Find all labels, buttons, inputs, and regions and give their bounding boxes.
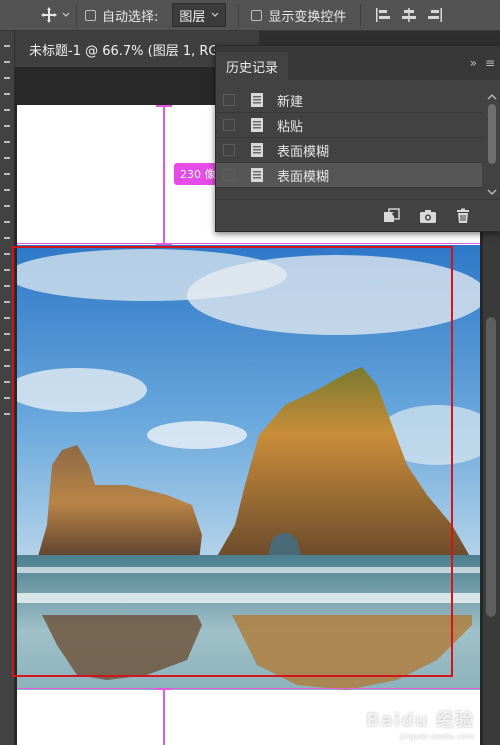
tool-handle[interactable] <box>4 381 10 383</box>
tool-handle[interactable] <box>4 205 10 207</box>
layer-dropdown[interactable]: 图层 <box>172 3 227 27</box>
history-item-label: 表面模糊 <box>277 169 330 185</box>
history-brush-source-checkbox[interactable] <box>223 119 235 131</box>
tool-handle[interactable] <box>4 397 10 399</box>
tool-handle[interactable] <box>4 77 10 79</box>
tool-handle[interactable] <box>4 189 10 191</box>
tool-handle[interactable] <box>4 157 10 159</box>
document-state-icon <box>251 118 263 132</box>
chevron-down-icon <box>62 12 70 17</box>
smart-guide <box>17 243 480 244</box>
move-tool-icon[interactable] <box>40 6 70 24</box>
layer-dropdown-value: 图层 <box>179 9 206 25</box>
new-document-from-state-icon[interactable] <box>383 207 401 224</box>
history-list: 新建 粘贴 表面模糊 表面模糊 <box>216 88 482 188</box>
tool-handle[interactable] <box>4 269 10 271</box>
history-item-label: 表面模糊 <box>277 144 330 160</box>
divider <box>238 4 240 26</box>
panel-menu-icon[interactable]: ≡ <box>485 56 495 70</box>
history-scrollbar[interactable] <box>485 88 499 198</box>
tool-handle[interactable] <box>4 365 10 367</box>
tool-handle[interactable] <box>4 237 10 239</box>
selection-bounding-box[interactable] <box>12 246 453 677</box>
watermark-text: Baidu 经验 <box>365 710 474 731</box>
history-item-label: 新建 <box>277 94 304 110</box>
history-item[interactable]: 新建 <box>216 88 482 113</box>
history-item[interactable]: 粘贴 <box>216 113 482 138</box>
measure-guide-cap <box>156 105 172 107</box>
history-brush-source-checkbox[interactable] <box>223 94 235 106</box>
divider <box>76 4 77 26</box>
camera-icon[interactable] <box>419 208 437 224</box>
document-tab-title: 未标题-1 @ 66.7% (图层 1, RGB <box>29 43 228 59</box>
tool-handle[interactable] <box>4 301 10 303</box>
options-bar: 自动选择: 图层 显示变换控件 <box>0 0 500 31</box>
tool-handle[interactable] <box>4 253 10 255</box>
scrollbar-thumb[interactable] <box>488 104 496 164</box>
align-right-icon[interactable] <box>427 7 443 23</box>
tool-handle[interactable] <box>4 141 10 143</box>
history-brush-source-checkbox[interactable] <box>223 169 235 181</box>
tool-handle[interactable] <box>4 109 10 111</box>
tool-handle[interactable] <box>4 93 10 95</box>
panel-header: 历史记录 » ≡ <box>216 46 500 80</box>
smart-guide <box>17 688 480 689</box>
tool-handle[interactable] <box>4 413 10 415</box>
document-state-icon <box>251 93 263 107</box>
panel-controls: » ≡ <box>470 56 495 70</box>
chevron-down-icon <box>211 12 219 17</box>
tool-handle[interactable] <box>4 45 10 47</box>
tool-handle[interactable] <box>4 317 10 319</box>
auto-select-label: 自动选择: <box>102 9 159 25</box>
tool-handle[interactable] <box>4 349 10 351</box>
chevron-down-icon[interactable] <box>485 186 499 198</box>
scrollbar-thumb[interactable] <box>486 317 496 617</box>
history-item-selected[interactable]: 表面模糊 <box>216 163 482 188</box>
history-item[interactable]: 表面模糊 <box>216 138 482 163</box>
show-transform-label: 显示变换控件 <box>268 9 347 25</box>
history-item-label: 粘贴 <box>277 119 304 135</box>
tab-history[interactable]: 历史记录 <box>216 52 289 80</box>
divider <box>360 4 362 26</box>
tool-handle[interactable] <box>4 221 10 223</box>
watermark-logo: Baidu 经验 jingyan.baidu.com <box>366 706 474 741</box>
history-brush-source-checkbox[interactable] <box>223 144 235 156</box>
watermark-subtext: jingyan.baidu.com <box>400 732 474 741</box>
document-state-icon <box>251 143 263 157</box>
history-panel-title: 历史记录 <box>226 60 279 76</box>
align-controls <box>375 7 443 23</box>
collapse-icon[interactable]: » <box>470 56 477 70</box>
panel-footer <box>216 199 500 231</box>
show-transform-checkbox[interactable] <box>251 9 263 21</box>
tool-handle[interactable] <box>4 333 10 335</box>
align-center-icon[interactable] <box>401 7 417 23</box>
tool-handle[interactable] <box>4 285 10 287</box>
measure-guide-line <box>163 105 165 245</box>
document-state-icon <box>251 168 263 182</box>
trash-icon[interactable] <box>455 208 471 224</box>
tool-handle[interactable] <box>4 173 10 175</box>
tool-handle[interactable] <box>4 125 10 127</box>
tool-handle[interactable] <box>4 61 10 63</box>
measure-guide-line <box>163 688 165 745</box>
chevron-up-icon[interactable] <box>485 91 499 103</box>
history-panel: 历史记录 » ≡ 新建 粘贴 表面模糊 表面模糊 <box>215 45 500 232</box>
align-left-icon[interactable] <box>375 7 391 23</box>
auto-select-checkbox[interactable] <box>85 9 96 21</box>
